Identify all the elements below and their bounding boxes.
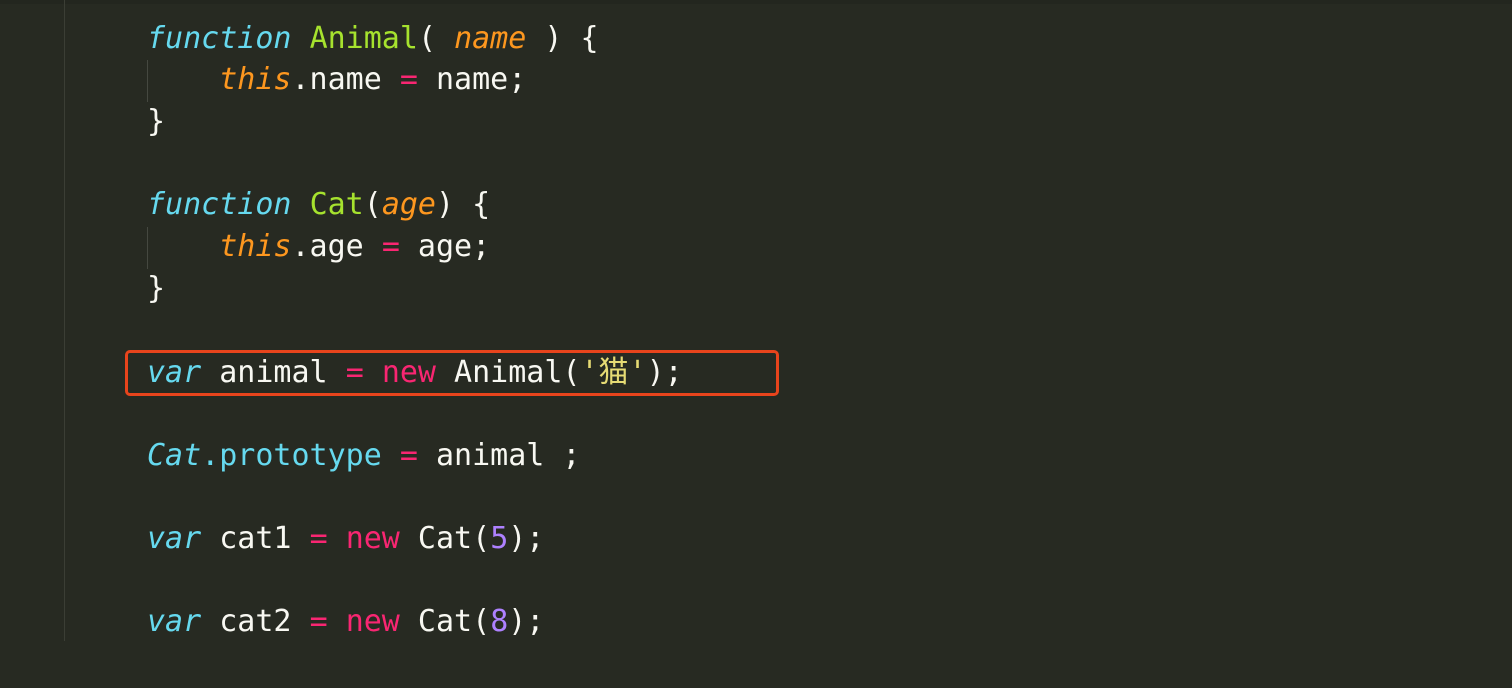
code-token: age — [381, 187, 436, 222]
code-line-11[interactable]: Cat.prototype = animal ; — [147, 435, 581, 477]
code-token: new — [381, 355, 436, 390]
code-token: this — [219, 62, 292, 97]
code-token: animal — [201, 355, 346, 390]
code-token: Animal( — [436, 355, 581, 390]
code-token: animal ; — [417, 438, 581, 473]
code-token: cat1 — [201, 521, 310, 556]
code-token: = — [399, 438, 418, 473]
code-token: = — [309, 604, 328, 639]
code-line-15[interactable]: var cat2 = new Cat(8); — [147, 601, 544, 643]
code-token: ) { — [526, 21, 599, 56]
code-token: ) { — [436, 187, 491, 222]
code-line-1[interactable]: function Animal( name ) { — [147, 18, 599, 60]
code-token: .prototype — [201, 438, 382, 473]
code-token: .age — [291, 229, 382, 264]
code-token: cat2 — [201, 604, 310, 639]
indent-guide-2 — [147, 227, 148, 269]
code-token: var — [147, 604, 202, 639]
code-token: ( — [417, 21, 455, 56]
code-token: name; — [417, 62, 527, 97]
code-token: ( — [363, 187, 382, 222]
code-token: } — [147, 104, 166, 139]
code-line-13[interactable]: var cat1 = new Cat(5); — [147, 518, 544, 560]
code-token: ); — [646, 355, 683, 390]
code-line-3[interactable]: } — [147, 101, 165, 143]
code-token: Cat — [147, 438, 202, 473]
code-token: = — [381, 229, 400, 264]
code-token: '猫' — [580, 355, 647, 390]
code-editor-viewport: function Animal( name ) { this.name = na… — [0, 0, 1512, 688]
code-token: ); — [508, 521, 545, 556]
code-token: age; — [399, 229, 491, 264]
code-token: = — [309, 521, 328, 556]
code-token: new — [345, 604, 400, 639]
code-token: Cat — [309, 187, 364, 222]
code-line-9[interactable]: var animal = new Animal('猫'); — [147, 352, 683, 394]
code-token: 8 — [490, 604, 509, 639]
indent-guide-1 — [147, 60, 148, 102]
code-token: var — [147, 355, 202, 390]
code-line-7[interactable]: } — [147, 268, 165, 310]
code-token: function — [147, 187, 292, 222]
code-content-area[interactable]: function Animal( name ) { this.name = na… — [0, 0, 1512, 688]
code-token: Animal — [309, 21, 418, 56]
code-token: } — [147, 271, 166, 306]
code-token: .name — [291, 62, 400, 97]
code-line-5[interactable]: function Cat(age) { — [147, 184, 490, 226]
code-token: Cat( — [399, 604, 491, 639]
code-token: this — [219, 229, 292, 264]
code-token: Cat( — [399, 521, 491, 556]
code-token: ); — [508, 604, 545, 639]
code-line-2[interactable]: this.name = name; — [147, 59, 526, 101]
code-token: name — [454, 21, 527, 56]
code-token: 5 — [490, 521, 509, 556]
code-token: function — [147, 21, 292, 56]
code-token: var — [147, 521, 202, 556]
code-token: = — [399, 62, 418, 97]
code-token: = — [345, 355, 364, 390]
code-token: new — [345, 521, 400, 556]
code-line-6[interactable]: this.age = age; — [147, 226, 490, 268]
